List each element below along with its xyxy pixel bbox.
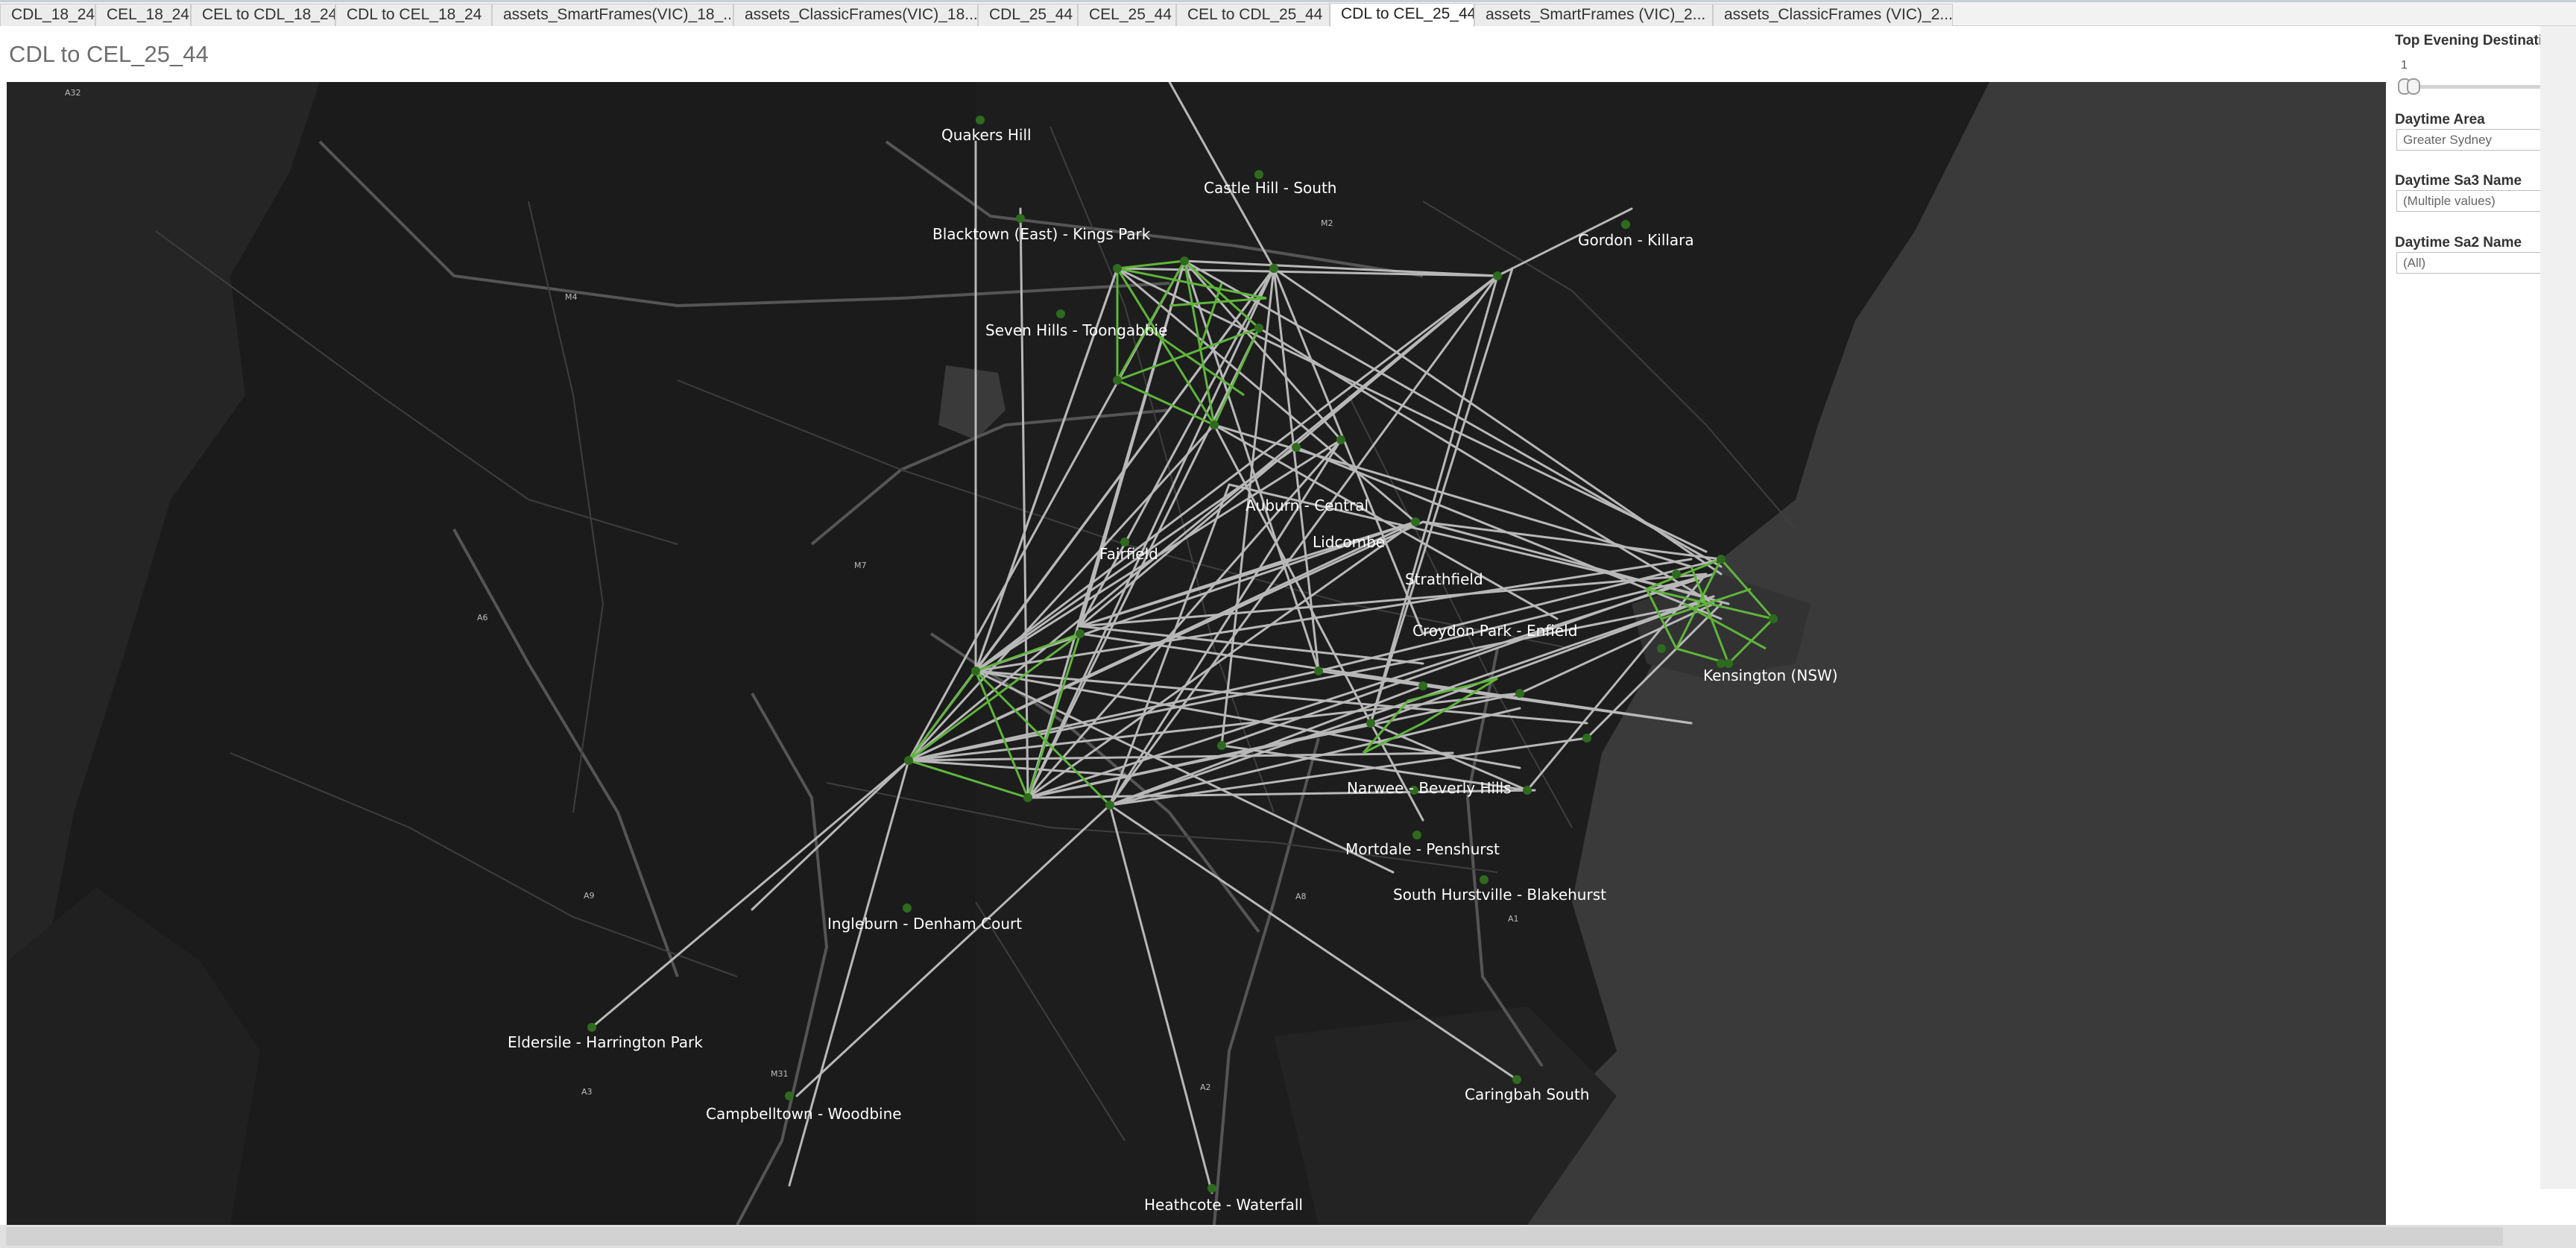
daytime-area-label: Daytime Area — [2395, 112, 2485, 127]
road-label: A3 — [581, 1087, 593, 1097]
road-label: A9 — [584, 891, 595, 901]
place-label: Strathfield — [1405, 570, 1483, 588]
flow-map[interactable]: A32 M2 M4 M7 A6 A9 M31 A1 A8 A2 A3 Quake… — [7, 82, 2386, 1225]
horizontal-scrollbar-thumb[interactable] — [6, 1227, 2503, 1246]
road-label: M4 — [565, 292, 578, 302]
horizontal-scrollbar[interactable] — [0, 1225, 2576, 1248]
tab-assets-classicframes-vic-18[interactable]: assets_ClassicFrames(VIC)_18... — [733, 4, 978, 26]
place-label: Seven Hills - Toongabbie — [985, 321, 1167, 339]
place-label: Lidcombe — [1313, 533, 1385, 551]
tab-cdl-to-cel-18-24[interactable]: CDL to CEL_18_24 — [335, 4, 492, 26]
road-label: A2 — [1200, 1082, 1211, 1092]
daytime-sa3-label: Daytime Sa3 Name — [2395, 173, 2522, 189]
road-label: M7 — [854, 561, 867, 570]
slider-handle-max[interactable] — [2407, 78, 2420, 95]
road-label: M2 — [1321, 218, 1333, 228]
road-label: A8 — [1295, 892, 1307, 901]
daytime-sa2-label: Daytime Sa2 Name — [2395, 235, 2522, 250]
place-label: Croydon Park - Enfield — [1412, 622, 1577, 640]
place-label: Ingleburn - Denham Court — [827, 915, 1022, 933]
top-evening-filter-label: Top Evening Destinatio — [2395, 33, 2551, 48]
place-label: Caringbah South — [1465, 1085, 1589, 1103]
map-basemap — [7, 82, 2386, 1225]
tab-cdl-18-24[interactable]: CDL_18_24 — [0, 4, 95, 26]
map-canvas[interactable]: A32 M2 M4 M7 A6 A9 M31 A1 A8 A2 A3 Quake… — [7, 82, 2386, 1225]
view-title: CDL to CEL_25_44 — [9, 41, 209, 67]
place-label: Fairfield — [1099, 545, 1158, 563]
place-label: Heathcote - Waterfall — [1144, 1196, 1303, 1214]
tab-cel-to-cdl-18-24[interactable]: CEL to CDL_18_24 — [191, 4, 335, 26]
tab-cel-25-44[interactable]: CEL_25_44 — [1078, 4, 1176, 26]
tab-assets-smartframes-vic-18[interactable]: assets_SmartFrames(VIC)_18_... — [492, 4, 733, 26]
place-label: Auburn - Central — [1246, 497, 1368, 514]
place-label: Castle Hill - South — [1204, 179, 1336, 197]
top-evening-slider-value: 1 — [2401, 59, 2408, 72]
vertical-scrollbar[interactable] — [2540, 26, 2576, 1189]
road-label: A1 — [1508, 914, 1519, 924]
tab-assets-classicframes-vic-2[interactable]: assets_ClassicFrames (VIC)_2... — [1713, 4, 1953, 26]
road-label: M31 — [771, 1069, 789, 1079]
place-label: Quakers Hill — [941, 126, 1032, 144]
place-label: South Hurstville - Blakehurst — [1393, 886, 1606, 904]
tab-cdl-to-cel-25-44[interactable]: CDL to CEL_25_44 — [1330, 3, 1474, 27]
tab-cel-to-cdl-25-44[interactable]: CEL to CDL_25_44 — [1176, 4, 1330, 26]
place-label: Gordon - Killara — [1578, 231, 1694, 249]
place-label: Kensington (NSW) — [1703, 666, 1838, 684]
place-label: Campbelltown - Woodbine — [706, 1105, 902, 1123]
tab-assets-smartframes-vic-2[interactable]: assets_SmartFrames (VIC)_2... — [1474, 4, 1713, 26]
place-label: Blacktown (East) - Kings Park — [932, 225, 1151, 243]
tab-cel-18-24[interactable]: CEL_18_24 — [95, 4, 191, 26]
place-label: Narwee - Beverly Hills — [1347, 779, 1512, 797]
place-label: Mortdale - Penshurst — [1345, 840, 1500, 858]
road-label: A32 — [65, 88, 81, 98]
tab-cdl-25-44[interactable]: CDL_25_44 — [978, 4, 1078, 26]
road-label: A6 — [477, 613, 488, 623]
place-label: Eldersile - Harrington Park — [508, 1033, 703, 1051]
sheet-tab-bar: CDL_18_24 CEL_18_24 CEL to CDL_18_24 CDL… — [0, 2, 2576, 27]
